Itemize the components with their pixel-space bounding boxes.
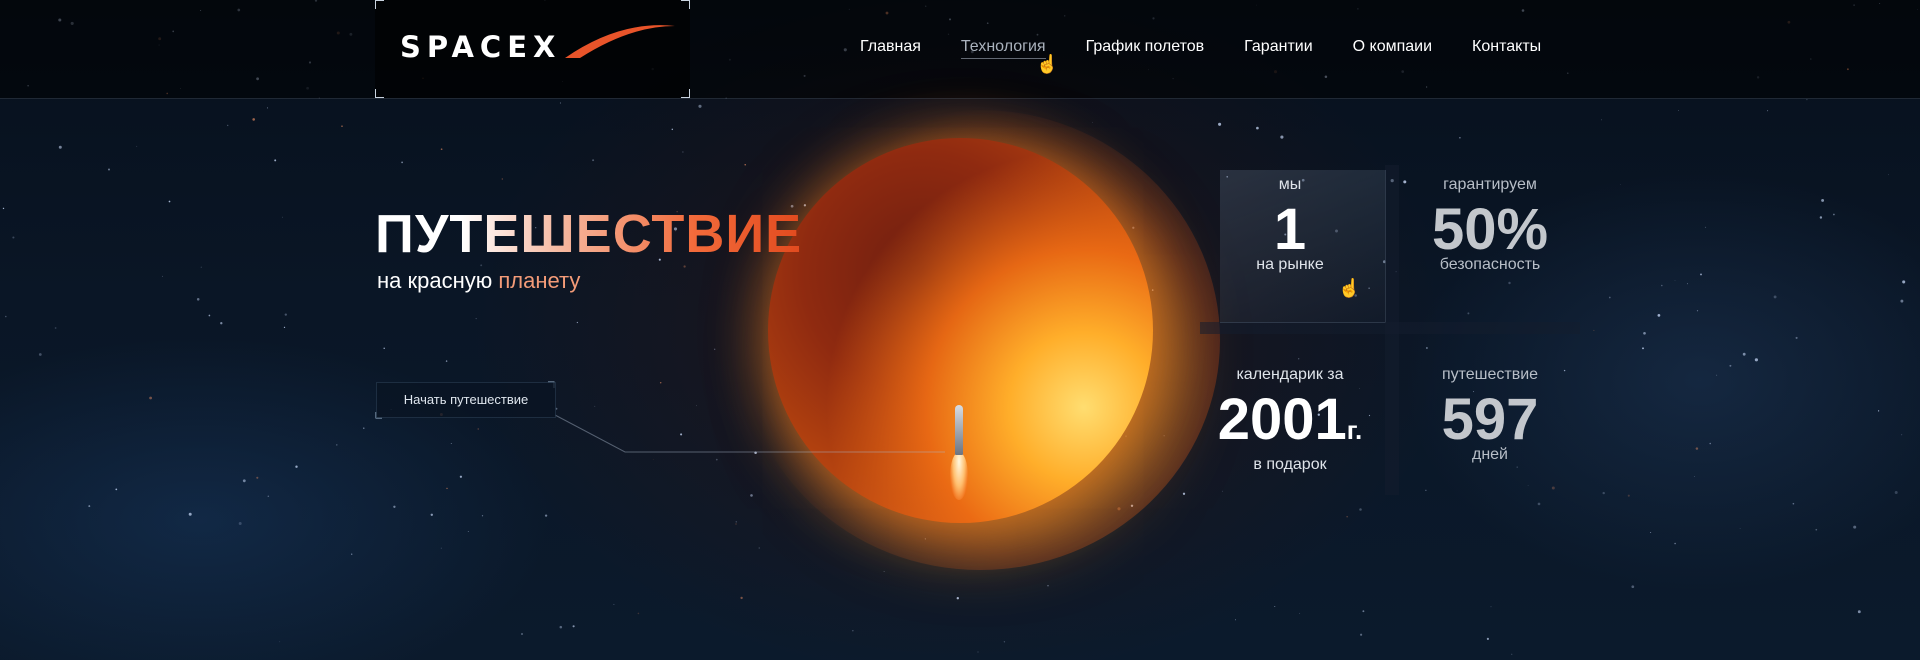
stat-label: мы	[1278, 176, 1302, 193]
stat-caption: дней	[1471, 446, 1508, 463]
stat-caption: на рынке	[1256, 256, 1324, 273]
stat-value: 1	[1273, 197, 1307, 262]
stat-calendar: календарик за 2001г. в подарок	[1200, 366, 1380, 474]
stat-caption: безопасность	[1439, 256, 1541, 273]
stat-divider	[1200, 322, 1580, 334]
stat-journey-days: путешествие 597 дней	[1400, 366, 1580, 464]
stat-value: 50%	[1431, 197, 1549, 262]
start-journey-button[interactable]: Начать путешествие	[376, 382, 556, 418]
stat-safety: гарантируем 50% безопасность	[1400, 176, 1580, 274]
connector-line	[375, 381, 945, 453]
stat-label: гарантируем	[1443, 176, 1537, 193]
stat-unit: г.	[1346, 415, 1363, 445]
stat-label: путешествие	[1441, 366, 1539, 383]
stat-market: мы 1 на рынке	[1200, 176, 1380, 274]
stat-value-group: 2001г.	[1200, 388, 1380, 462]
hand-cursor-icon: ☝	[1338, 278, 1361, 298]
stat-value: 597	[1441, 387, 1539, 452]
stat-value: 2001	[1217, 387, 1347, 452]
stat-label: календарик за	[1236, 366, 1344, 383]
